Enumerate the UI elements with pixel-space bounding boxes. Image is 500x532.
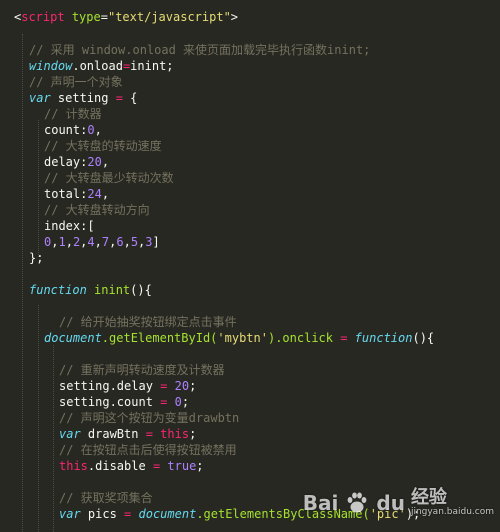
indent-guide [38,305,39,532]
indent-guide [38,120,39,257]
code-line-24: // 在按钮点击后使得按钮被禁用 [59,443,237,457]
code-line-23: var drawBtn = this; [59,427,197,441]
code-line-6: // 计数器 [44,107,102,121]
code-line-2: // 采用 window.onload 来使页面加载完毕执行函数inint; [29,43,371,57]
code-line-10: // 大转盘最少转动次数 [44,171,174,185]
code-line-13: index:[ [44,219,95,233]
code-line-4: // 声明一个对象 [29,75,123,89]
code-line-22: // 声明这个按钮为变量drawbtn [59,411,240,425]
watermark-text: 经验 jingyan.baidu.com [410,486,494,517]
code-line-8: // 大转盘的转动速度 [44,139,162,153]
code-line-19: // 重新声明转动速度及计数器 [59,363,225,377]
watermark-title: 经验 [410,486,447,508]
code-line-26: // 获取奖项集合 [59,491,153,505]
indent-guide [53,345,54,532]
indent-guide [22,34,23,532]
code-line-14: 0,1,2,4,7,6,5,3] [44,235,160,249]
baidu-jingyan-watermark: Bai du 经验 jingyan.baidu.com [303,482,494,524]
code-line-16: function inint(){ [29,283,152,297]
code-line-17: // 给开始抽奖按钮绑定点击事件 [59,315,237,329]
code-line-9: delay:20, [44,155,110,169]
code-line-18: document.getElementById('mybtn').onclick… [44,331,435,345]
baidu-logo-suffix: du [376,491,405,515]
code-line-11: total:24, [44,187,110,201]
code-line-12: // 大转盘转动方向 [44,203,150,217]
code-line-3: window.onload=inint; [29,59,174,73]
code-line-1: <script type="text/javascript"> [14,10,239,24]
code-line-15: }; [29,251,44,265]
code-line-25: this.disable = true; [59,459,204,473]
watermark-url: jingyan.baidu.com [410,506,494,517]
code-line-5: var setting = { [29,91,138,105]
code-editor[interactable]: <script type="text/javascript"> // 采用 wi… [0,0,500,532]
baidu-logo: Bai [302,491,339,515]
paw-icon [347,492,367,513]
code-line-20: setting.delay = 20; [59,379,197,393]
code-line-21: setting.count = 0; [59,395,190,409]
code-line-7: count:0, [44,123,102,137]
